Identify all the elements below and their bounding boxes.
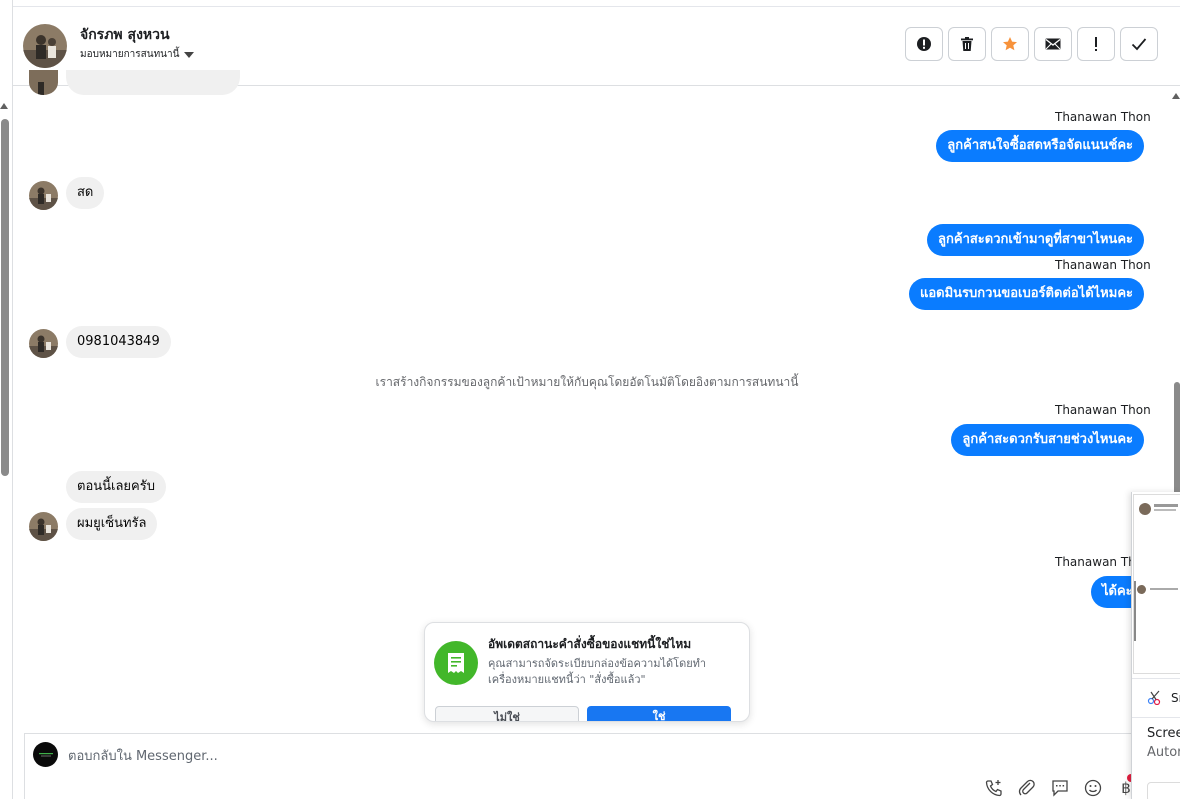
thumbnail-line — [1150, 588, 1178, 590]
exclamation-icon — [1095, 37, 1097, 51]
order-status-card: อัพเดตสถานะคำสั่งซื้อของแชทนี้ใช่ไหม คุณ… — [424, 622, 750, 722]
snipping-tool-icon — [1147, 690, 1161, 705]
star-icon — [1003, 37, 1017, 51]
paperclip-icon — [1018, 779, 1035, 796]
order-card-description: คุณสามารถจัดระเบียบกล่องข้อความได้โดยทำเ… — [488, 657, 707, 686]
overlay-title: Scree — [1147, 726, 1180, 741]
screen-capture-overlay[interactable]: Sn Scree Autor — [1131, 492, 1180, 799]
saved-reply-icon — [1052, 780, 1068, 797]
saved-replies-button[interactable] — [1049, 777, 1071, 799]
scroll-up-arrow-icon[interactable] — [0, 103, 8, 109]
message-outgoing[interactable]: ลูกค้าสนใจซื้อสดหรือจัดแนนช์คะ — [936, 130, 1144, 162]
contact-avatar-small — [29, 70, 58, 95]
mark-done-button[interactable] — [1120, 27, 1158, 61]
thumbnail-avatar — [1137, 585, 1146, 594]
follow-up-button[interactable] — [1077, 27, 1115, 61]
message-outgoing[interactable]: ลูกค้าสะดวกเข้ามาดูที่สาขาไหนคะ — [927, 224, 1144, 256]
alert-circle-icon — [917, 37, 931, 51]
header-actions — [905, 27, 1158, 61]
message-incoming[interactable]: ตอนนี้เลยครับ — [66, 471, 166, 503]
message-composer: ฿ — [24, 733, 1180, 799]
page-avatar — [33, 742, 58, 767]
snipping-tool-row[interactable]: Sn — [1132, 678, 1180, 718]
call-button[interactable] — [983, 777, 1005, 799]
trash-icon — [961, 37, 973, 51]
check-icon — [1131, 38, 1147, 51]
message-incoming[interactable]: 0981043849 — [66, 326, 171, 358]
thumbnail-avatar — [1139, 503, 1151, 515]
spam-button[interactable] — [905, 27, 943, 61]
contact-avatar-small[interactable] — [29, 512, 58, 541]
thumbnail-line — [1154, 509, 1176, 511]
order-card-title: อัพเดตสถานะคำสั่งซื้อของแชทนี้ใช่ไหม — [488, 637, 692, 651]
message-incoming[interactable]: สด — [66, 177, 105, 209]
envelope-icon — [1045, 38, 1061, 50]
contact-name[interactable]: จักรภพ สุงหวน — [80, 24, 170, 46]
thumbnail-line — [1154, 504, 1178, 507]
message-scrollbar-thumb[interactable] — [1174, 382, 1180, 497]
emoji-button[interactable] — [1082, 777, 1104, 799]
mark-unread-button[interactable] — [1034, 27, 1072, 61]
sender-name: Thanawan Thon — [1055, 258, 1151, 272]
reply-input[interactable] — [68, 746, 968, 766]
screenshot-thumbnail[interactable] — [1133, 494, 1180, 674]
overlay-subtitle: Autor — [1147, 745, 1180, 760]
left-scrollbar-thumb[interactable] — [1, 119, 9, 476]
left-border — [12, 0, 13, 799]
phone-plus-icon — [985, 780, 1002, 797]
sender-name: Thanawan Thon — [1055, 403, 1151, 417]
message-bubble-cut — [66, 70, 240, 95]
order-no-button[interactable]: ไม่ใช่ — [435, 706, 579, 721]
message-outgoing[interactable]: ลูกค้าสะดวกรับสายช่วงไหนคะ — [951, 424, 1144, 456]
composer-toolbar: ฿ — [983, 777, 1137, 799]
message-scroll-up-arrow-icon[interactable] — [1172, 93, 1180, 99]
system-note: เราสร้างกิจกรรมของลูกค้าเป้าหมายให้กับคุ… — [375, 375, 799, 389]
receipt-icon — [434, 641, 478, 685]
star-button[interactable] — [991, 27, 1029, 61]
delete-button[interactable] — [948, 27, 986, 61]
attach-button[interactable] — [1016, 777, 1038, 799]
sender-name: Thanawan Thon — [1055, 110, 1151, 124]
caret-down-icon — [184, 51, 195, 58]
emoji-icon — [1084, 779, 1102, 797]
contact-avatar[interactable] — [23, 24, 67, 68]
assign-conversation-dropdown[interactable]: มอบหมายการสนทนานี้ — [80, 47, 195, 62]
order-yes-button[interactable]: ใช่ — [587, 706, 731, 721]
contact-avatar-small[interactable] — [29, 181, 58, 210]
message-incoming[interactable]: ผมยูเซ็นทรัล — [66, 508, 158, 540]
sender-name: Thanawan Tho — [1055, 555, 1144, 569]
assign-label: มอบหมายการสนทนานี้ — [80, 49, 180, 60]
snipping-tool-label: Sn — [1171, 691, 1180, 705]
message-outgoing[interactable]: แอดมินรบกวนขอเบอร์ติดต่อได้ไหมคะ — [908, 278, 1144, 310]
contact-avatar-small[interactable] — [29, 329, 58, 358]
thumbnail-divider — [1134, 581, 1136, 641]
overlay-button[interactable] — [1147, 782, 1180, 799]
